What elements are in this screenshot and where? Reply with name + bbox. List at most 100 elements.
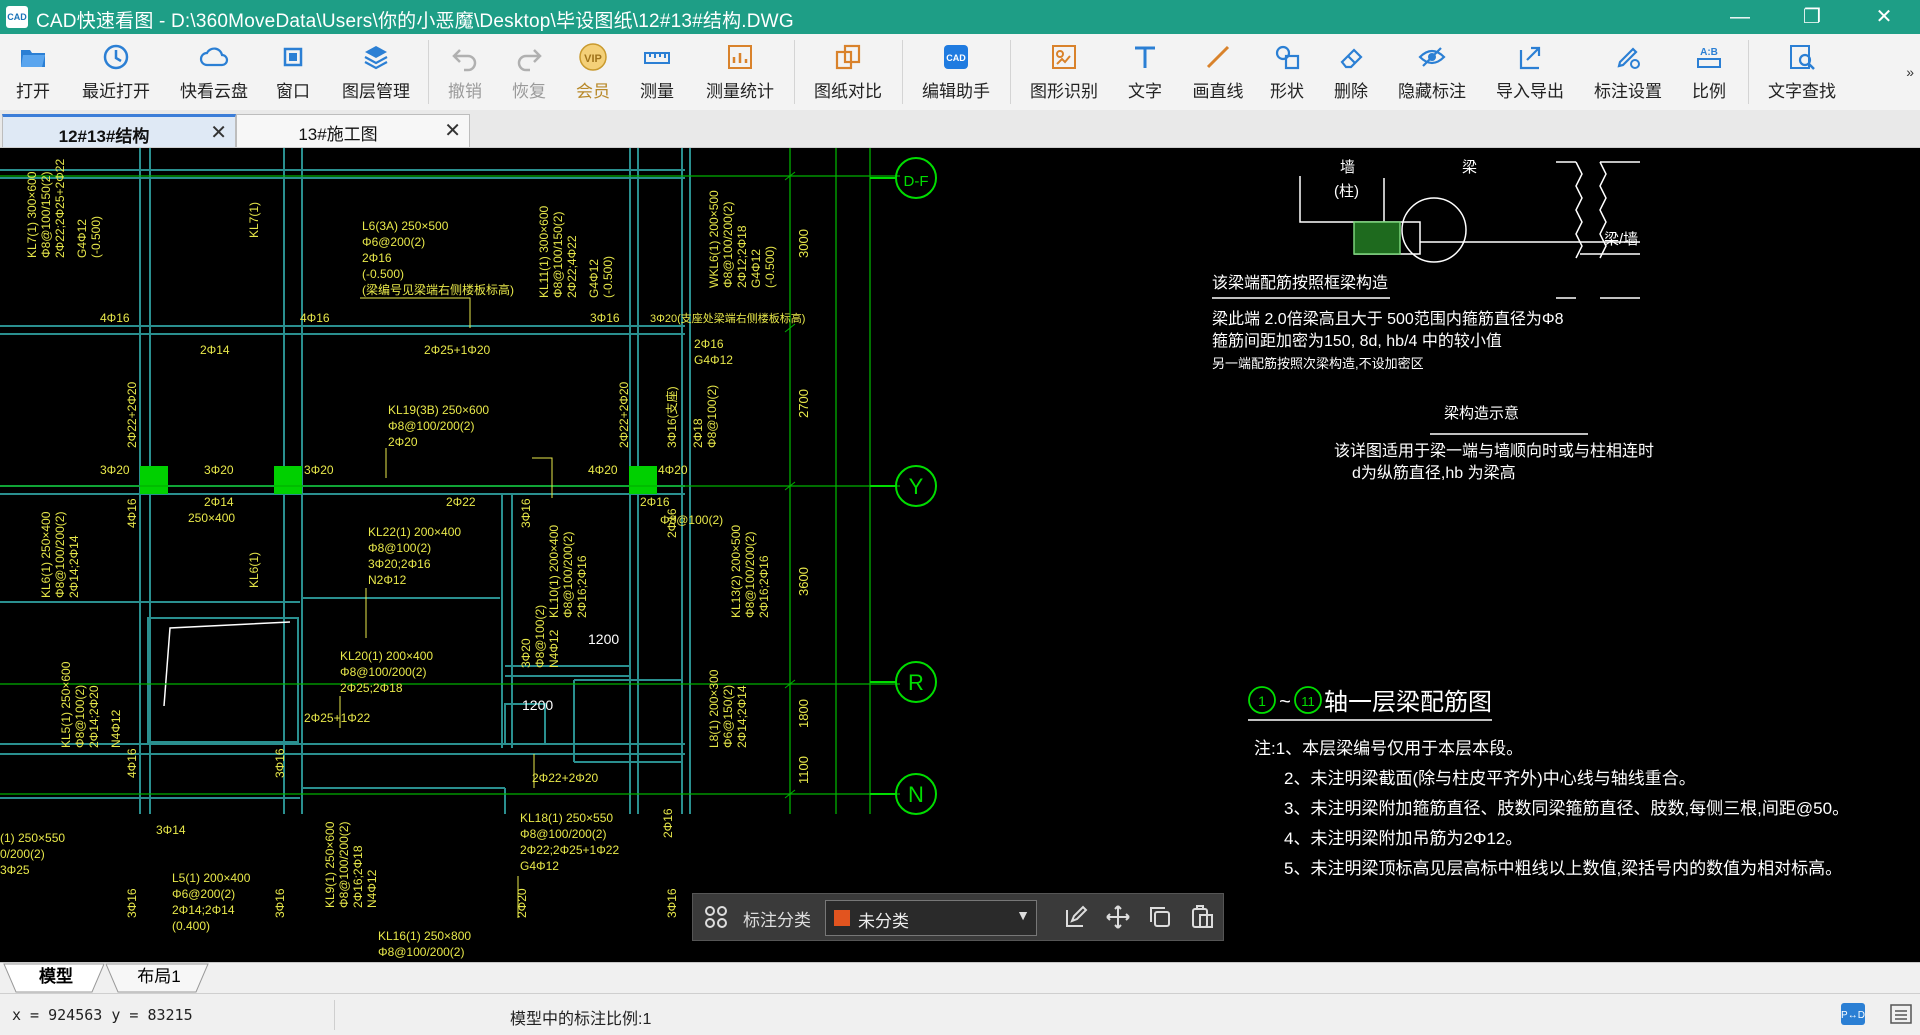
- detail-line-5: d为纵筋直径,hb 为梁高: [1352, 464, 1516, 482]
- hide-annotation-button[interactable]: 隐藏标注: [1390, 42, 1474, 104]
- annotation: Φ6@200(2): [172, 887, 235, 901]
- undo-button[interactable]: 撤销: [440, 42, 490, 104]
- edit-assistant-button[interactable]: CAD 编辑助手: [914, 42, 998, 104]
- annotation: 3Φ16: [590, 311, 620, 325]
- annotation: Φ6@200(2): [362, 235, 425, 249]
- window-label: 窗口: [276, 82, 310, 101]
- paste-icon[interactable]: [1189, 904, 1215, 930]
- measure-stats-button[interactable]: 测量统计: [698, 42, 782, 104]
- dim-label: 1100: [796, 756, 811, 784]
- axis-bubbles: [870, 157, 937, 815]
- annotation-settings-button[interactable]: 标注设置: [1586, 42, 1670, 104]
- shapes-label: 形状: [1270, 82, 1304, 101]
- toolbar-overflow-icon[interactable]: »: [1906, 64, 1914, 80]
- maximize-icon[interactable]: ❐: [1784, 0, 1840, 34]
- toolbar-separator: [1010, 40, 1011, 104]
- annotation: 2Φ25+1Φ22: [304, 711, 371, 725]
- axis-label-n: N: [908, 782, 924, 807]
- delete-button[interactable]: 删除: [1326, 42, 1376, 104]
- annotation: KL10(1) 200×400: [547, 525, 561, 618]
- undo-icon: [452, 49, 477, 72]
- annotation: (0.400): [172, 919, 210, 933]
- shapes-button[interactable]: 形状: [1262, 42, 1312, 104]
- close-tab-icon[interactable]: ✕: [444, 118, 461, 143]
- annotation: 4Φ20: [658, 463, 688, 477]
- box-dim: 1200: [522, 697, 553, 713]
- annotation: L8(1) 200×300: [707, 669, 721, 748]
- annotation: 2Φ22+2Φ20: [532, 771, 599, 785]
- annotation: G4Φ12: [520, 859, 559, 873]
- redo-button[interactable]: 恢复: [504, 42, 554, 104]
- document-tabbar: 12#13#结构 ✕ 13#施工图 ✕: [0, 110, 1920, 148]
- recent-open-button[interactable]: 最近打开: [74, 42, 158, 104]
- window-button[interactable]: 窗口: [268, 42, 318, 104]
- tab-model[interactable]: 模型: [16, 963, 96, 991]
- annotation: 2Φ16;2Φ18: [351, 845, 365, 908]
- shape-recognize-label: 图形识别: [1030, 82, 1098, 101]
- annotation-category-select[interactable]: 未分类 ▼: [825, 900, 1037, 936]
- tab-layout1[interactable]: 布局1: [118, 963, 200, 991]
- annotation: 2Φ14: [204, 495, 234, 509]
- annotation: 3Φ16: [665, 888, 679, 918]
- annotation: 3Φ20: [304, 463, 334, 477]
- annotation: 2Φ16: [640, 495, 670, 509]
- scale-icon: A:B: [1697, 47, 1721, 68]
- cloud-disk-button[interactable]: 快看云盘: [172, 42, 256, 104]
- annotation: 0/200(2): [0, 847, 45, 861]
- text-search-button[interactable]: 文字查找: [1760, 42, 1844, 104]
- drawing-compare-button[interactable]: 图纸对比: [806, 42, 890, 104]
- pan-zoom-icon[interactable]: P↔D: [1840, 1002, 1866, 1026]
- import-export-label: 导入导出: [1496, 82, 1564, 101]
- annotation: G4Φ12: [694, 353, 733, 367]
- annotation: 4Φ20: [588, 463, 618, 477]
- svg-text:VIP: VIP: [584, 53, 602, 65]
- annotation: Φ8@100/150(2): [551, 212, 565, 298]
- tab-13-construction[interactable]: 13#施工图 ✕: [236, 114, 470, 147]
- annotation: 3Φ16: [519, 498, 533, 528]
- drawing-canvas[interactable]: D-F Y R N 3000 2700 3600 1800 1100 1200 …: [0, 148, 1920, 962]
- annotation: G4Φ12: [587, 259, 601, 298]
- line-icon: [1206, 45, 1230, 69]
- status-bar: x = 924563 y = 83215 模型中的标注比例:1 P↔D: [0, 993, 1920, 1035]
- toolbar-separator: [794, 40, 795, 104]
- dim-label: 1800: [796, 699, 811, 728]
- cursor-coordinates: x = 924563 y = 83215: [12, 1006, 193, 1024]
- draw-line-label: 画直线: [1192, 82, 1244, 101]
- tab-12-13-structure[interactable]: 12#13#结构 ✕: [2, 114, 236, 147]
- axis-label-r: R: [908, 670, 924, 695]
- copy-icon[interactable]: [1147, 904, 1173, 930]
- annotation: Φ8@100(2): [73, 685, 87, 748]
- folder-open-icon: [21, 50, 45, 67]
- text-icon: [1135, 46, 1155, 68]
- close-icon[interactable]: ✕: [1856, 0, 1912, 34]
- vip-button[interactable]: VIP 会员: [568, 42, 618, 104]
- text-button[interactable]: 文字: [1120, 42, 1170, 104]
- annotation: (-0.500): [89, 216, 103, 258]
- minimize-icon[interactable]: —: [1712, 0, 1768, 34]
- measure-stats-icon: [728, 45, 752, 69]
- import-export-button[interactable]: 导入导出: [1488, 42, 1572, 104]
- draw-line-button[interactable]: 画直线: [1186, 42, 1250, 104]
- move-icon[interactable]: [1105, 904, 1131, 930]
- annotation: WKL6(1) 200×500: [707, 190, 721, 288]
- dim-label: 2700: [796, 389, 811, 418]
- grid-icon[interactable]: [703, 904, 729, 930]
- shapes-icon: [1275, 45, 1300, 70]
- close-tab-icon[interactable]: ✕: [210, 120, 227, 145]
- measure-button[interactable]: 测量: [632, 42, 682, 104]
- shape-recognize-button[interactable]: 图形识别: [1022, 42, 1106, 104]
- scale-button[interactable]: A:B 比例: [1684, 42, 1734, 104]
- edit-annotation-icon[interactable]: [1063, 904, 1089, 930]
- annotation: 2Φ22;2Φ25+1Φ22: [520, 843, 619, 857]
- svg-text:A:B: A:B: [1700, 47, 1718, 58]
- annotation: KL18(1) 250×550: [520, 811, 613, 825]
- redo-label: 恢复: [512, 82, 546, 101]
- drawing-compare-label: 图纸对比: [814, 82, 882, 101]
- open-button[interactable]: 打开: [6, 42, 60, 104]
- note-1: 注:1、本层梁编号仅用于本层本段。: [1254, 739, 1523, 758]
- layer-manager-button[interactable]: 图层管理: [334, 42, 418, 104]
- drawing-notes: 1 ~ 11 轴一层梁配筋图 注:1、本层梁编号仅用于本层本段。 2、未注明梁截…: [1248, 686, 1849, 878]
- menu-icon[interactable]: [1888, 1002, 1914, 1026]
- cloud-icon: [199, 47, 229, 67]
- annotation: 3Φ20: [204, 463, 234, 477]
